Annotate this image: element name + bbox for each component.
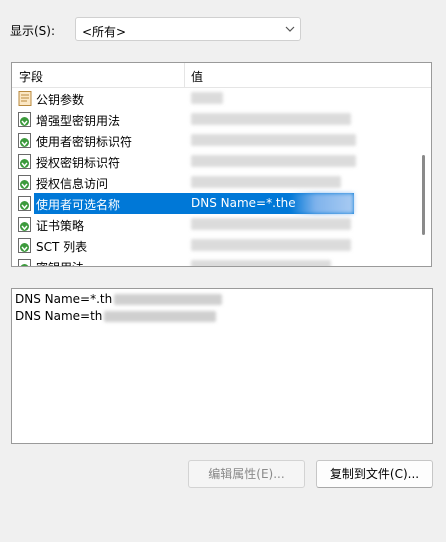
list-item-name: 证书策略 xyxy=(36,219,85,233)
certificate-extension-icon xyxy=(18,175,31,190)
list-item[interactable]: 授权信息访问 xyxy=(12,172,418,193)
field-list[interactable]: 字段 值 公钥参数 增强型密钥用法 使用者密钥标识符 授权密钥标识符 授权信息访… xyxy=(11,62,432,267)
edit-properties-button[interactable]: 编辑属性(E)... xyxy=(188,460,305,488)
certificate-extension-icon xyxy=(18,154,31,169)
list-scrollbar-thumb[interactable] xyxy=(422,155,425,235)
list-item-value-redacted xyxy=(191,218,351,230)
list-item[interactable]: 公钥参数 xyxy=(12,88,418,109)
list-item-name: 公钥参数 xyxy=(36,93,85,107)
list-item-name: 增强型密钥用法 xyxy=(36,114,121,128)
field-value-textbox[interactable]: DNS Name=*.th DNS Name=th xyxy=(11,288,433,444)
certificate-text-icon xyxy=(18,91,32,106)
certificate-extension-icon xyxy=(18,217,31,232)
detail-line: DNS Name=*.th xyxy=(12,292,432,309)
list-item-name: 密钥用法 xyxy=(36,259,84,266)
copy-to-file-button[interactable]: 复制到文件(C)... xyxy=(316,460,433,488)
list-item[interactable]: 使用者密钥标识符 xyxy=(12,130,418,151)
list-item-value-redacted xyxy=(191,239,351,251)
show-dropdown[interactable]: <所有> xyxy=(75,17,301,41)
list-item-value-redacted xyxy=(191,134,356,146)
list-item[interactable]: 证书策略 xyxy=(12,214,418,235)
certificate-extension-icon xyxy=(18,196,31,211)
list-item-value-redacted xyxy=(191,176,341,188)
list-item-name: SCT 列表 xyxy=(36,240,88,254)
chevron-down-icon xyxy=(285,26,295,32)
show-label: 显示(S): xyxy=(10,24,56,38)
detail-line: DNS Name=th xyxy=(12,309,432,326)
certificate-extension-icon xyxy=(18,133,31,148)
list-item-value-redacted xyxy=(191,155,356,167)
list-item[interactable]: SCT 列表 xyxy=(12,235,418,256)
list-item[interactable]: 授权密钥标识符 xyxy=(12,151,418,172)
list-item-name: 授权信息访问 xyxy=(36,177,109,191)
list-item-selected[interactable]: 使用者可选名称 DNS Name=*.the xyxy=(12,193,418,214)
list-item[interactable]: 增强型密钥用法 xyxy=(12,109,418,130)
list-item[interactable]: 密钥用法 xyxy=(12,256,418,266)
list-item-value-redacted xyxy=(191,92,223,104)
list-item-name: 使用者密钥标识符 xyxy=(36,135,133,149)
list-item-value: DNS Name=*.the xyxy=(191,196,296,210)
certificate-extension-icon xyxy=(18,112,31,127)
list-rows: 公钥参数 增强型密钥用法 使用者密钥标识符 授权密钥标识符 授权信息访问 使用者… xyxy=(12,88,418,266)
column-header-value[interactable]: 值 xyxy=(191,68,203,85)
show-dropdown-value: <所有> xyxy=(82,25,127,39)
redacted-overlay xyxy=(290,193,354,214)
certificate-extension-icon xyxy=(18,238,31,253)
column-divider[interactable] xyxy=(184,63,185,87)
certificate-extension-icon xyxy=(18,259,31,266)
list-item-name: 使用者可选名称 xyxy=(36,198,121,212)
certificate-details-panel: 显示(S): <所有> 字段 值 公钥参数 增强型密钥用法 使用者密钥标识符 授… xyxy=(0,0,446,542)
column-header-field[interactable]: 字段 xyxy=(19,68,43,85)
list-item-value-redacted xyxy=(191,113,351,125)
redacted-text xyxy=(104,311,217,322)
redacted-text xyxy=(114,294,223,305)
detail-line-text: DNS Name=*.th xyxy=(15,292,113,306)
list-header: 字段 值 xyxy=(12,63,431,88)
list-item-value-redacted xyxy=(191,260,331,266)
detail-line-text: DNS Name=th xyxy=(15,309,103,323)
list-item-name: 授权密钥标识符 xyxy=(36,156,121,170)
